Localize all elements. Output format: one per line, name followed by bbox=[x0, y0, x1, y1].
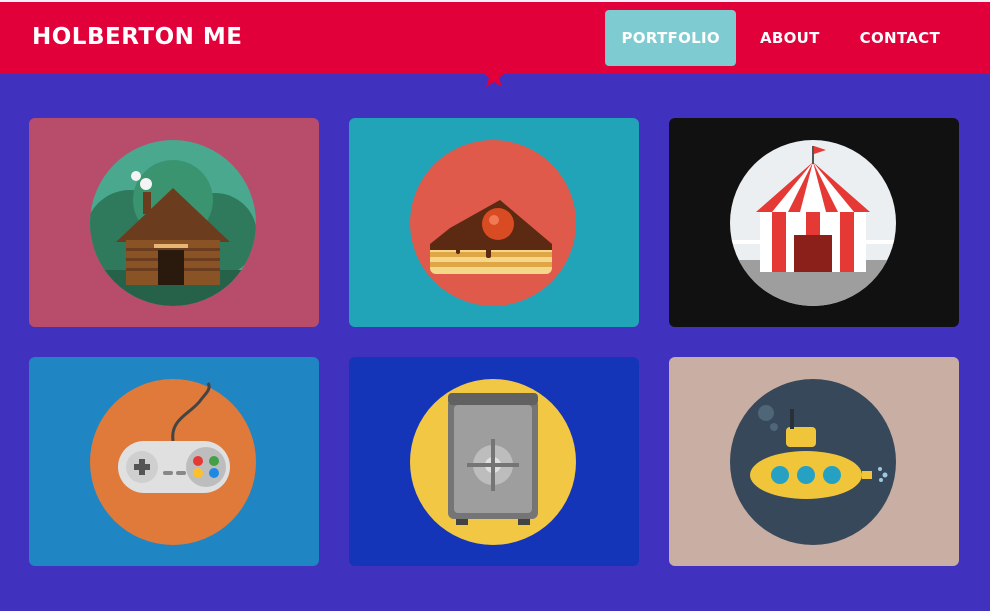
log-cabin-icon bbox=[90, 140, 256, 306]
star-marker-icon bbox=[482, 64, 506, 87]
site-header: HOLBERTON ME PORTFOLIO ABOUT CONTACT bbox=[0, 0, 990, 74]
submarine-icon bbox=[730, 379, 896, 545]
circus-tent-icon bbox=[730, 140, 896, 306]
portfolio-item-submarine[interactable] bbox=[669, 357, 959, 566]
portfolio-grid bbox=[29, 118, 959, 566]
portfolio-item-cabin[interactable] bbox=[29, 118, 319, 327]
nav-portfolio[interactable]: PORTFOLIO bbox=[605, 10, 736, 66]
cake-slice-icon bbox=[410, 140, 576, 306]
nav-contact[interactable]: CONTACT bbox=[844, 10, 956, 66]
nav-about[interactable]: ABOUT bbox=[744, 10, 836, 66]
main-nav: PORTFOLIO ABOUT CONTACT bbox=[597, 10, 956, 66]
portfolio-item-cake[interactable] bbox=[349, 118, 639, 327]
site-logo[interactable]: HOLBERTON ME bbox=[32, 24, 242, 50]
game-controller-icon bbox=[90, 379, 256, 545]
portfolio-item-circus[interactable] bbox=[669, 118, 959, 327]
safe-icon bbox=[410, 379, 576, 545]
portfolio-item-controller[interactable] bbox=[29, 357, 319, 566]
portfolio-item-safe[interactable] bbox=[349, 357, 639, 566]
